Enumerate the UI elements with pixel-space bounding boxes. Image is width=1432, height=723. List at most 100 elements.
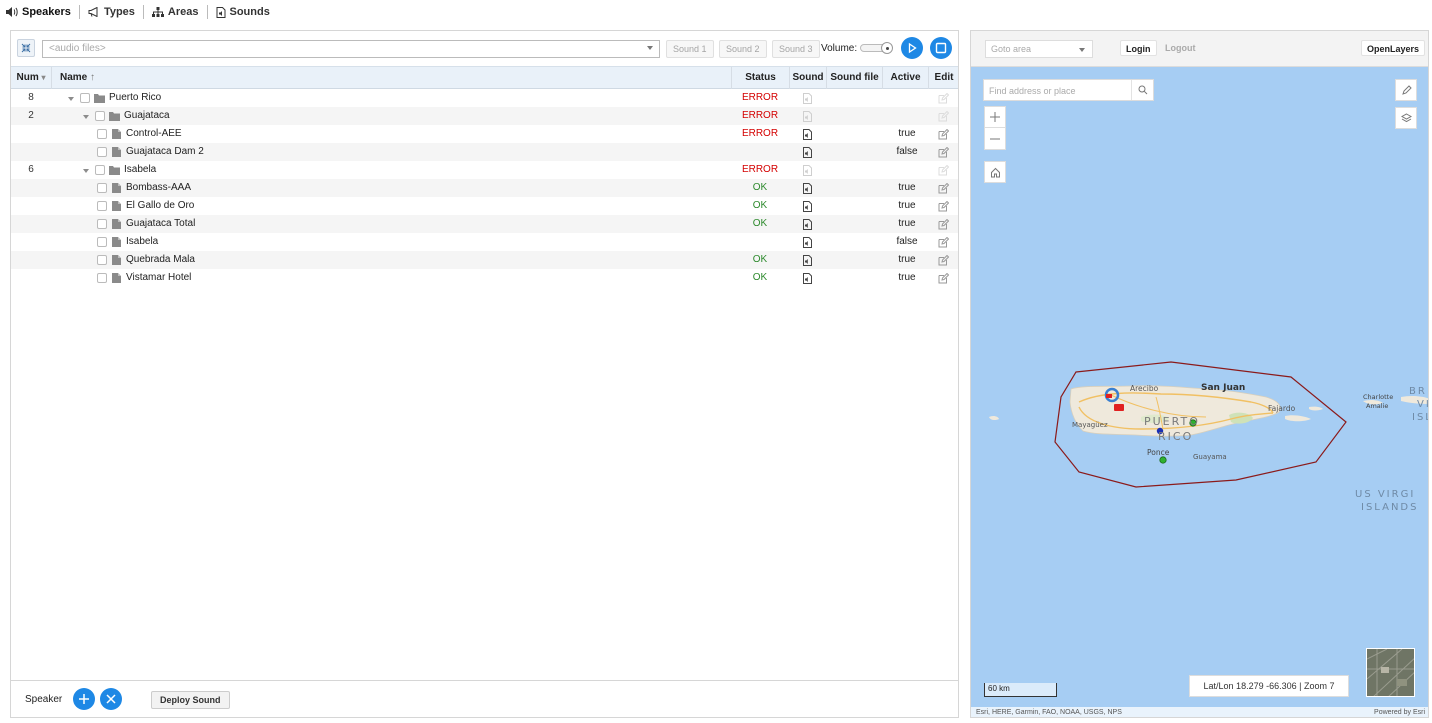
- row-edit-button[interactable]: [929, 125, 957, 143]
- row-sound-button[interactable]: [792, 107, 822, 125]
- table-row[interactable]: Control-AEE ERROR true: [11, 125, 958, 143]
- table-row[interactable]: 2 Guajataca ERROR: [11, 107, 958, 125]
- row-checkbox[interactable]: [80, 93, 90, 103]
- logout-button[interactable]: Logout: [1160, 40, 1201, 56]
- nav-sounds[interactable]: Sounds: [216, 6, 270, 18]
- column-active[interactable]: Active: [882, 67, 928, 89]
- audio-files-select[interactable]: <audio files>: [42, 40, 660, 58]
- speaker-error-marker[interactable]: [1114, 404, 1124, 411]
- edit-icon: [938, 254, 949, 265]
- row-checkbox[interactable]: [95, 111, 105, 121]
- row-checkbox[interactable]: [97, 255, 107, 265]
- row-edit-button[interactable]: [929, 89, 957, 107]
- home-button[interactable]: [984, 161, 1006, 183]
- megaphone-icon: [88, 7, 98, 17]
- sound-2-button[interactable]: Sound 2: [719, 40, 767, 58]
- map-search-button[interactable]: [1131, 80, 1153, 100]
- login-button[interactable]: Login: [1120, 40, 1157, 56]
- map-canvas[interactable]: Arecibo San Juan Fajardo Mayagüez PUERTO…: [971, 67, 1429, 718]
- map-label-guayama: Guayama: [1193, 453, 1227, 461]
- row-edit-button[interactable]: [929, 251, 957, 269]
- speaker-error-marker[interactable]: [1106, 394, 1112, 398]
- table-row[interactable]: Bombass-AAA OK true: [11, 179, 958, 197]
- collapse-all-button[interactable]: [17, 39, 35, 57]
- expand-toggle-icon[interactable]: [82, 166, 91, 175]
- deploy-sound-button[interactable]: Deploy Sound: [151, 691, 230, 709]
- add-speaker-button[interactable]: [73, 688, 95, 710]
- column-name-label: Name: [60, 72, 88, 83]
- row-edit-button[interactable]: [929, 197, 957, 215]
- volume-slider-knob[interactable]: [881, 42, 893, 54]
- nav-types[interactable]: Types: [88, 6, 135, 18]
- expand-toggle-icon[interactable]: [82, 112, 91, 121]
- row-edit-button[interactable]: [929, 269, 957, 287]
- row-checkbox[interactable]: [97, 237, 107, 247]
- speaker-marker-green[interactable]: [1159, 456, 1167, 464]
- row-sound-button[interactable]: [792, 125, 822, 143]
- row-sound-button[interactable]: [792, 179, 822, 197]
- row-checkbox[interactable]: [97, 219, 107, 229]
- table-row[interactable]: 8 Puerto Rico ERROR: [11, 89, 958, 107]
- table-row[interactable]: Guajataca Dam 2 false: [11, 143, 958, 161]
- table-row[interactable]: El Gallo de Oro OK true: [11, 197, 958, 215]
- row-checkbox[interactable]: [97, 201, 107, 211]
- column-sound[interactable]: Sound: [789, 67, 826, 89]
- volume-slider[interactable]: [860, 42, 893, 54]
- nav-speakers[interactable]: Speakers: [6, 6, 71, 18]
- draw-button[interactable]: [1395, 79, 1417, 101]
- row-edit-button[interactable]: [929, 161, 957, 179]
- map-search-box[interactable]: Find address or place: [983, 79, 1154, 101]
- nav-areas[interactable]: Areas: [151, 6, 199, 18]
- row-edit-button[interactable]: [929, 233, 957, 251]
- column-sound-file[interactable]: Sound file: [826, 67, 882, 89]
- row-active: [887, 89, 927, 107]
- row-checkbox[interactable]: [97, 273, 107, 283]
- row-status: [731, 143, 789, 161]
- row-checkbox[interactable]: [97, 183, 107, 193]
- sound-1-button[interactable]: Sound 1: [666, 40, 714, 58]
- row-edit-button[interactable]: [929, 215, 957, 233]
- plus-icon: [990, 112, 1000, 122]
- row-checkbox[interactable]: [95, 165, 105, 175]
- table-row[interactable]: Quebrada Mala OK true: [11, 251, 958, 269]
- row-sound-button[interactable]: [792, 161, 822, 179]
- layers-button[interactable]: [1395, 107, 1417, 129]
- edit-icon: [938, 218, 949, 229]
- row-sound-button[interactable]: [792, 269, 822, 287]
- goto-area-select[interactable]: Goto area: [985, 40, 1093, 58]
- row-name-cell: Bombass-AAA: [97, 179, 191, 197]
- column-num[interactable]: Num ▾: [11, 67, 51, 89]
- column-edit[interactable]: Edit: [928, 67, 959, 89]
- table-row[interactable]: 6 Isabela ERROR: [11, 161, 958, 179]
- table-row[interactable]: Vistamar Hotel OK true: [11, 269, 958, 287]
- column-name[interactable]: Name ↑: [51, 67, 731, 89]
- row-checkbox[interactable]: [97, 147, 107, 157]
- zoom-in-button[interactable]: [985, 107, 1005, 128]
- table-row[interactable]: Isabela false: [11, 233, 958, 251]
- row-sound-button[interactable]: [792, 251, 822, 269]
- row-status: ERROR: [741, 128, 779, 139]
- row-sound-button[interactable]: [792, 215, 822, 233]
- row-edit-button[interactable]: [929, 107, 957, 125]
- column-status[interactable]: Status: [731, 67, 789, 89]
- row-sound-button[interactable]: [792, 233, 822, 251]
- zoom-out-button[interactable]: [985, 128, 1005, 149]
- openlayers-button[interactable]: OpenLayers: [1361, 40, 1426, 56]
- row-edit-button[interactable]: [929, 179, 957, 197]
- stop-button[interactable]: [930, 37, 952, 59]
- expand-toggle-icon[interactable]: [67, 94, 76, 103]
- row-sound-button[interactable]: [792, 89, 822, 107]
- basemap-toggle[interactable]: [1366, 648, 1415, 697]
- sound-3-button[interactable]: Sound 3: [772, 40, 820, 58]
- folder-icon: [109, 112, 120, 121]
- row-checkbox[interactable]: [97, 129, 107, 139]
- row-sound-button[interactable]: [792, 197, 822, 215]
- table-row[interactable]: Guajataca Total OK true: [11, 215, 958, 233]
- play-button[interactable]: [901, 37, 923, 59]
- row-name-cell: Control-AEE: [97, 125, 182, 143]
- row-edit-button[interactable]: [929, 143, 957, 161]
- row-sound-button[interactable]: [792, 143, 822, 161]
- attribution-powered-by[interactable]: Powered by Esri: [1374, 707, 1425, 717]
- remove-speaker-button[interactable]: [100, 688, 122, 710]
- chevron-down-icon: [1079, 48, 1085, 52]
